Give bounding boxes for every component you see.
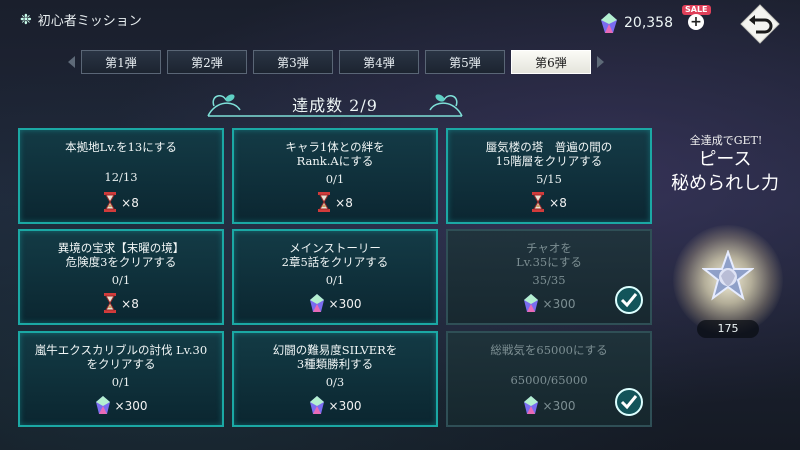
- mission-card[interactable]: 総戦気を65000にする 65000/65000 ×300: [446, 331, 652, 427]
- mission-emblem-icon: ❉: [20, 11, 32, 28]
- mission-reward: ×8: [20, 191, 222, 215]
- add-gems-button[interactable]: +: [688, 14, 704, 30]
- reward-count: 175: [697, 320, 759, 338]
- reward-quantity: ×300: [542, 399, 576, 413]
- page-title: ❉ 初心者ミッション: [20, 10, 142, 30]
- mission-reward: ×8: [20, 292, 222, 316]
- achievement-header: 達成数 2/9: [200, 86, 470, 122]
- mission-card[interactable]: 嵐牛エクスカリブルの討伐 Lv.30 をクリアする 0/1 ×300: [18, 331, 224, 427]
- mission-name: メインストーリー 2章5話をクリアする: [281, 241, 389, 269]
- mission-name: チャオを Lv.35にする: [516, 241, 582, 269]
- tab-5[interactable]: 第5弾: [425, 50, 505, 74]
- mission-reward: ×8: [448, 191, 650, 215]
- completed-check-icon: [615, 388, 643, 416]
- mission-card[interactable]: 蜃気楼の塔 普遍の間の 15階層をクリアする 5/15 ×8: [446, 128, 652, 224]
- back-button[interactable]: [740, 4, 780, 44]
- reward-quantity: ×8: [549, 196, 567, 210]
- mission-progress: 0/3: [325, 375, 345, 389]
- mission-card[interactable]: 本拠地Lv.を13にする 12/13 ×8: [18, 128, 224, 224]
- gem-counter: 20,358: [600, 12, 673, 34]
- reward-quantity: ×8: [121, 196, 139, 210]
- mission-name: 本拠地Lv.を13にする: [65, 140, 177, 154]
- reward-quantity: ×300: [114, 399, 148, 413]
- gem-icon: [523, 293, 539, 316]
- completed-check-icon: [615, 286, 643, 314]
- mission-name: 異境の宝求【末曜の境】 危険度3をクリアする: [57, 241, 185, 269]
- gem-icon: [309, 395, 325, 418]
- piece-star-icon[interactable]: [702, 250, 754, 302]
- mission-reward: ×300: [20, 395, 222, 418]
- hourglass-icon: [103, 191, 117, 215]
- mission-progress: 0/1: [325, 172, 345, 186]
- all-clear-reward-title: ピース 秘められし力: [671, 149, 779, 194]
- mission-progress: 5/15: [536, 172, 562, 186]
- tab-6[interactable]: 第6弾: [511, 50, 591, 74]
- gem-count: 20,358: [624, 15, 673, 31]
- tab-bar: 第1弾 第2弾 第3弾 第4弾 第5弾 第6弾: [68, 49, 604, 75]
- gem-icon: [309, 293, 325, 316]
- tab-1[interactable]: 第1弾: [81, 50, 161, 74]
- reward-quantity: ×300: [328, 399, 362, 413]
- page-title-text: 初心者ミッション: [37, 14, 142, 29]
- reward-quantity: ×8: [335, 196, 353, 210]
- mission-card[interactable]: チャオを Lv.35にする 35/35 ×300: [446, 229, 652, 325]
- mission-card[interactable]: 幻闘の難易度SILVERを 3種類勝利する 0/3 ×300: [232, 331, 438, 427]
- achievement-count: 達成数 2/9: [292, 96, 378, 115]
- reward-quantity: ×8: [121, 297, 139, 311]
- mission-progress: 12/13: [104, 170, 138, 184]
- mission-progress: 0/1: [325, 273, 345, 287]
- tab-4[interactable]: 第4弾: [339, 50, 419, 74]
- mission-card[interactable]: 異境の宝求【末曜の境】 危険度3をクリアする 0/1 ×8: [18, 229, 224, 325]
- mission-name: 幻闘の難易度SILVERを 3種類勝利する: [272, 343, 398, 371]
- gem-icon: [523, 395, 539, 418]
- mission-card[interactable]: キャラ1体との絆を Rank.Aにする 0/1 ×8: [232, 128, 438, 224]
- tab-3[interactable]: 第3弾: [253, 50, 333, 74]
- gem-icon: [601, 13, 617, 33]
- mission-reward: ×300: [234, 293, 436, 316]
- reward-quantity: ×300: [328, 297, 362, 311]
- mission-name: 総戦気を65000にする: [490, 343, 608, 357]
- mission-progress: 65000/65000: [510, 373, 588, 387]
- tab-2[interactable]: 第2弾: [167, 50, 247, 74]
- tab-prev-arrow-icon[interactable]: [68, 56, 75, 68]
- mission-reward: ×8: [234, 191, 436, 215]
- mission-card[interactable]: メインストーリー 2章5話をクリアする 0/1 ×300: [232, 229, 438, 325]
- mission-name: キャラ1体との絆を Rank.Aにする: [285, 140, 385, 168]
- hourglass-icon: [531, 191, 545, 215]
- mission-progress: 0/1: [111, 375, 131, 389]
- reward-quantity: ×300: [542, 297, 576, 311]
- tab-next-arrow-icon[interactable]: [597, 56, 604, 68]
- hourglass-icon: [103, 292, 117, 316]
- all-clear-caption: 全達成でGET!: [689, 134, 763, 147]
- mission-reward: ×300: [234, 395, 436, 418]
- hourglass-icon: [317, 191, 331, 215]
- mission-name: 嵐牛エクスカリブルの討伐 Lv.30 をクリアする: [34, 343, 208, 371]
- gem-icon: [95, 395, 111, 418]
- mission-name: 蜃気楼の塔 普遍の間の 15階層をクリアする: [485, 140, 613, 168]
- mission-progress: 0/1: [111, 273, 131, 287]
